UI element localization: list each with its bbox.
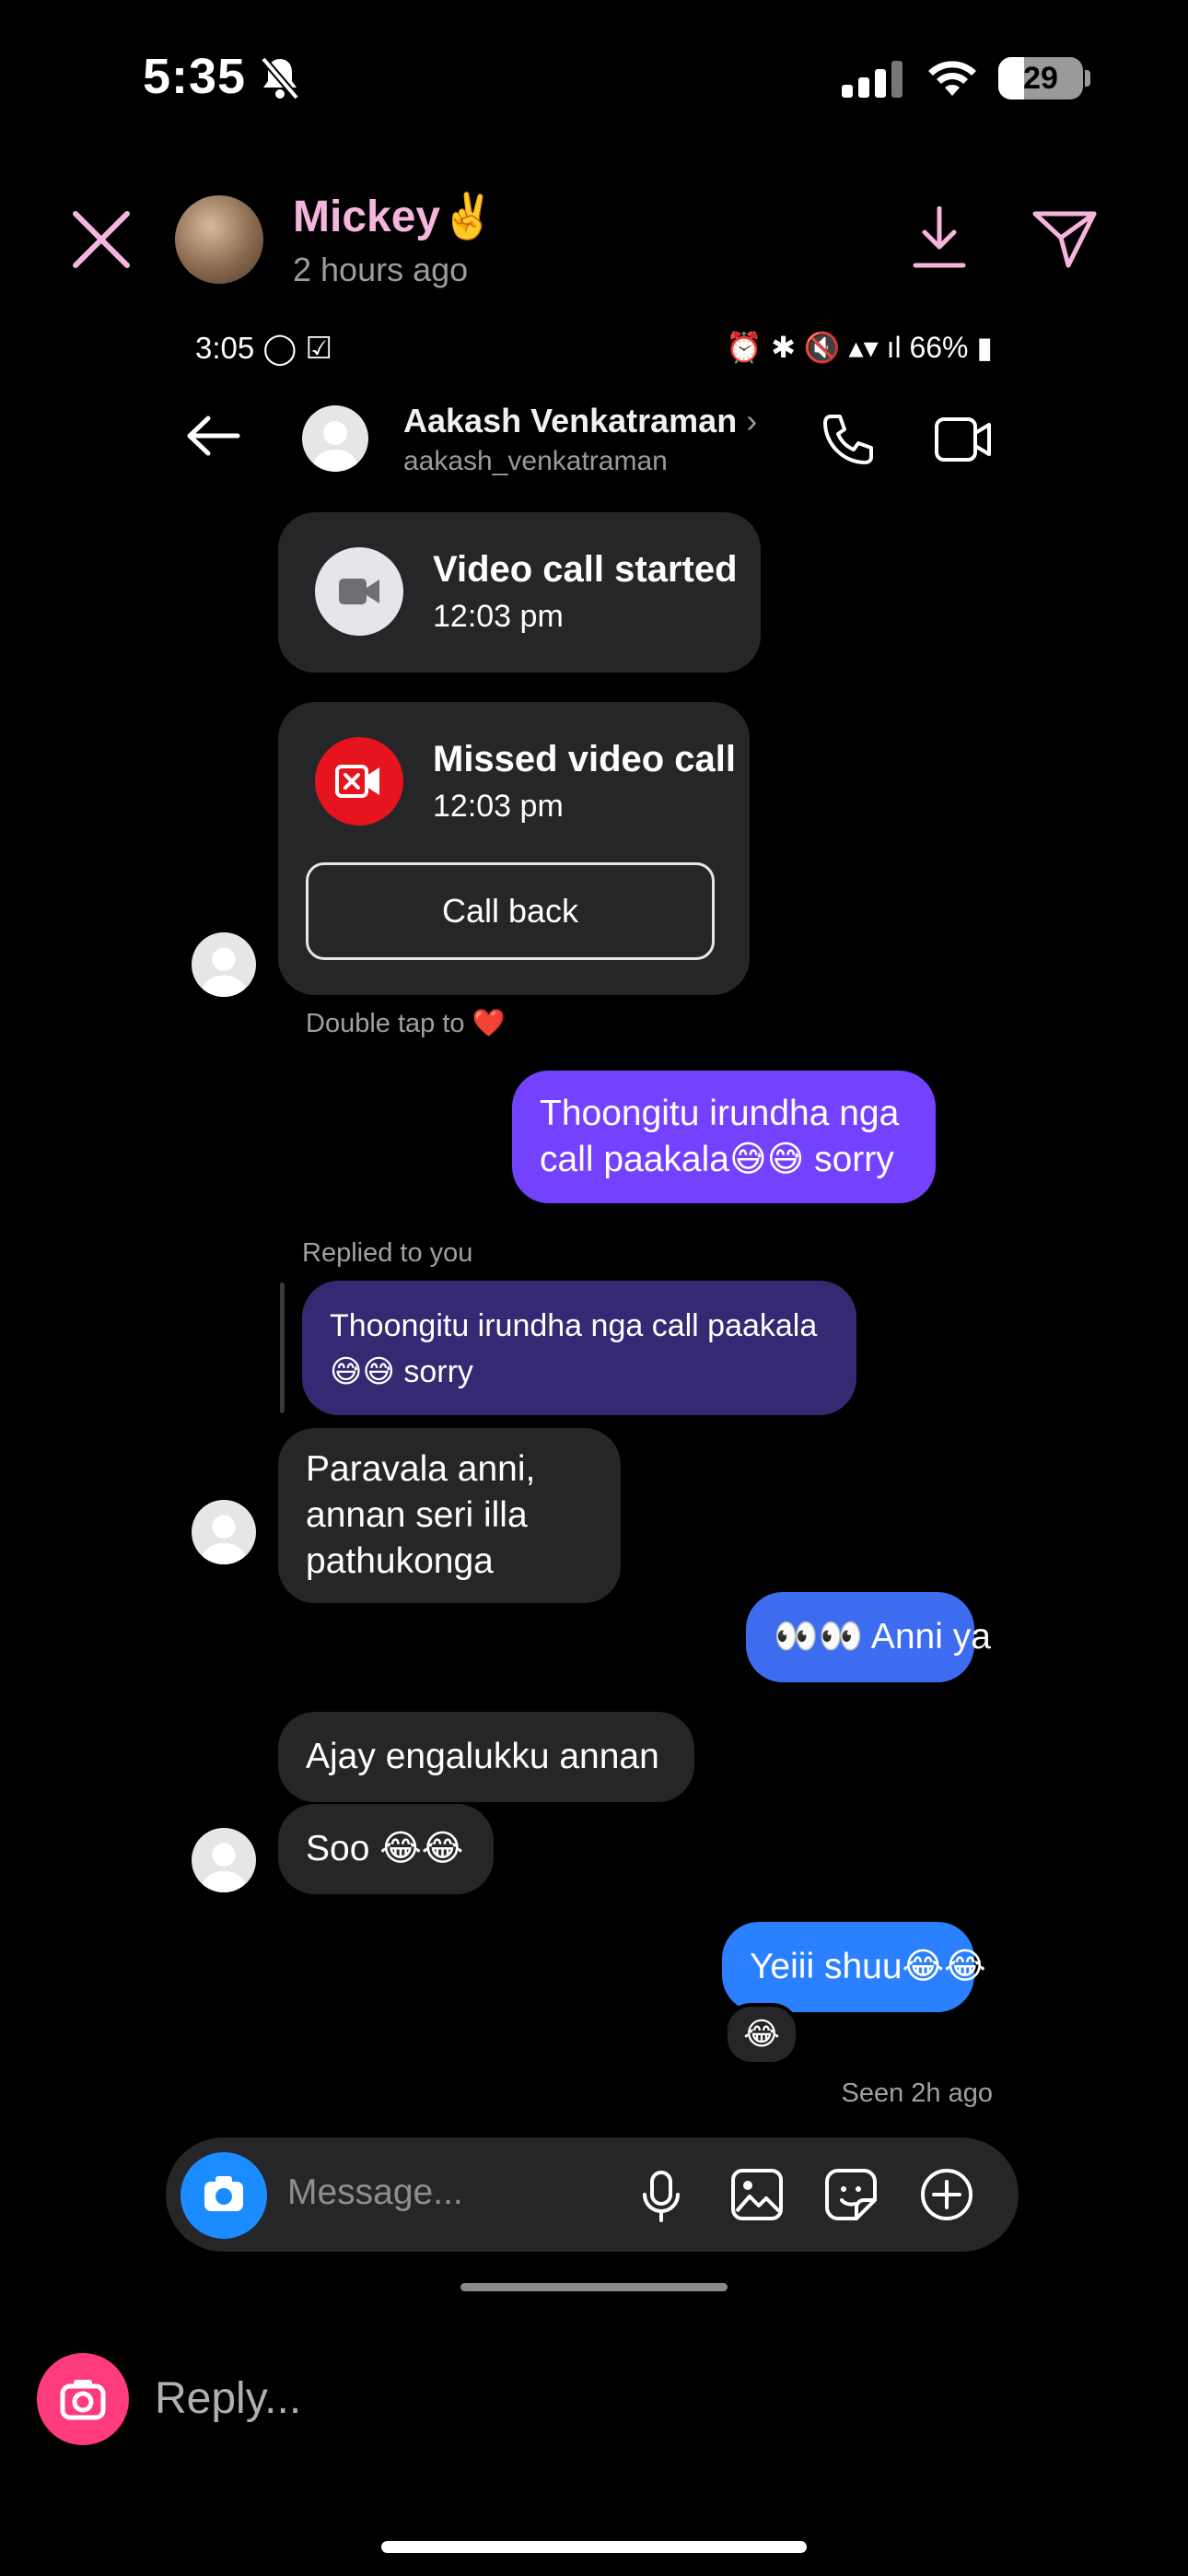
video-started-title: Video call started (433, 549, 738, 590)
sent-time: 2 hours ago (293, 251, 469, 288)
missed-video-call-card: Missed video call 12:03 pm Call back (278, 702, 750, 995)
send-icon[interactable] (1031, 208, 1098, 269)
quoted-message: Thoongitu irundha nga call paakala😅😅 sor… (302, 1281, 856, 1415)
whatsapp-icon: ◯ (262, 331, 297, 365)
inner-indicator-icons: ⏰ ✱ 🔇 ▴▾ ıl (726, 331, 910, 364)
video-started-time: 12:03 pm (433, 599, 564, 634)
reaction-badge[interactable]: 😂 (724, 2003, 799, 2066)
gallery-icon[interactable] (729, 2167, 785, 2222)
message-composer[interactable]: Message... (166, 2137, 1019, 2252)
close-icon[interactable] (72, 210, 131, 269)
contact-name[interactable]: Aakash Venkatraman › (403, 402, 757, 440)
contact-avatar-small (192, 932, 256, 997)
home-indicator (381, 2541, 807, 2553)
missed-call-title: Missed video call (433, 739, 737, 779)
sender-avatar[interactable] (175, 195, 263, 284)
check-icon: ☑ (305, 331, 333, 365)
heart-icon: ❤️ (472, 1009, 506, 1038)
video-camera-icon (315, 547, 403, 636)
inner-status-time: 3:05 ◯ ☑ (195, 330, 332, 366)
inner-time: 3:05 (195, 331, 255, 365)
message-input[interactable]: Message... (287, 2172, 463, 2213)
camera-button[interactable] (181, 2152, 267, 2239)
back-arrow-icon[interactable] (186, 415, 241, 457)
contact-handle: aakash_venkatraman (403, 446, 668, 476)
phone-call-icon[interactable] (820, 413, 875, 468)
download-icon[interactable] (912, 206, 967, 271)
contact-name-text: Aakash Venkatraman (403, 402, 738, 439)
microphone-icon[interactable] (639, 2169, 683, 2224)
battery-indicator: 29 (998, 57, 1083, 100)
status-time: 5:35 (143, 49, 247, 104)
received-message-bubble[interactable]: Soo 😂😂 (278, 1804, 494, 1894)
reply-camera-button[interactable] (37, 2353, 129, 2445)
seen-status: Seen 2h ago (841, 2078, 993, 2108)
inner-battery-percent: 66% (909, 331, 969, 364)
quote-bar (280, 1282, 285, 1413)
shared-chat-screenshot: 3:05 ◯ ☑ ⏰ ✱ 🔇 ▴▾ ıl 66% ▮ Aakash Venkat… (149, 317, 1037, 2305)
received-message-bubble[interactable]: Ajay engalukku annan (278, 1712, 694, 1802)
inner-status-right: ⏰ ✱ 🔇 ▴▾ ıl 66% ▮ (726, 331, 993, 364)
sticker-icon[interactable] (823, 2167, 879, 2222)
received-message-bubble[interactable]: Paravala anni, annan seri illa pathukong… (278, 1428, 621, 1603)
sent-message-bubble[interactable]: Thoongitu irundha nga call paakala😅😅 sor… (512, 1071, 936, 1203)
wifi-icon (925, 57, 980, 98)
sender-name-emoji: ✌️ (440, 193, 495, 241)
sender-name-text: Mickey (293, 193, 441, 241)
call-back-button[interactable]: Call back (306, 862, 715, 960)
sent-message-bubble[interactable]: 👀👀 Anni ya (746, 1592, 991, 1682)
battery-percent: 29 (1023, 61, 1058, 96)
reply-input[interactable]: Reply... (155, 2373, 301, 2424)
double-tap-text: Double tap to (306, 1009, 465, 1038)
contact-avatar[interactable] (302, 405, 368, 472)
contact-avatar-small (192, 1500, 256, 1564)
contact-avatar-small (192, 1828, 256, 1892)
battery-tip (1085, 70, 1090, 87)
add-plus-icon[interactable] (919, 2167, 974, 2222)
cellular-signal-icon (842, 61, 906, 98)
silent-bell-icon (258, 55, 302, 101)
missed-call-time: 12:03 pm (433, 789, 564, 824)
video-call-started-card: Video call started 12:03 pm (278, 512, 761, 673)
replied-label: Replied to you (302, 1238, 473, 1268)
video-call-icon[interactable] (934, 416, 993, 463)
double-tap-hint: Double tap to ❤️ (306, 1008, 506, 1039)
sent-message-bubble[interactable]: Yeiii shuu😂😂 (722, 1922, 986, 2012)
sender-name[interactable]: Mickey✌️ (293, 190, 495, 242)
missed-call-icon (315, 737, 403, 825)
chevron-right-icon: › (746, 402, 758, 439)
inner-home-indicator (460, 2283, 728, 2291)
